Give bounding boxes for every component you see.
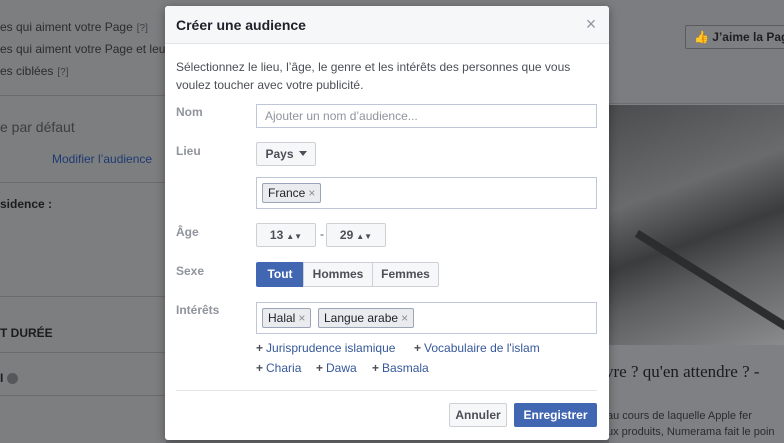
thumbs-up-icon: 👍 xyxy=(694,30,709,44)
bg-divider xyxy=(0,182,166,183)
plus-icon: + xyxy=(414,341,422,355)
remove-tag-icon[interactable]: × xyxy=(308,186,315,200)
save-button[interactable]: Enregistrer xyxy=(514,403,597,427)
bg-divider xyxy=(0,296,166,297)
plus-icon: + xyxy=(372,361,380,375)
age-max-select[interactable]: 29 ▲▼ xyxy=(326,223,386,247)
suggestion-dawa[interactable]: + Dawa xyxy=(316,361,357,375)
suggestion-jurisprudence-islamique[interactable]: + Jurisprudence islamique xyxy=(256,341,395,355)
gender-men-button[interactable]: Hommes xyxy=(303,262,373,287)
location-label: Lieu xyxy=(176,144,201,158)
dialog-header: Créer une audience × xyxy=(165,6,609,44)
location-tag-input[interactable]: France × xyxy=(256,177,597,209)
bg-divider xyxy=(0,352,166,353)
age-range-separator: - xyxy=(320,227,324,241)
age-label: Âge xyxy=(176,225,199,239)
plus-icon: + xyxy=(256,361,264,375)
interest-tag-halal: Halal × xyxy=(262,308,312,328)
interests-label: Intérêts xyxy=(176,303,220,317)
plus-icon: + xyxy=(316,361,324,375)
bg-article-body: ux produits, Numerama fait le poin xyxy=(607,426,775,438)
bg-default-audience: e par défaut xyxy=(0,119,75,135)
bg-duration: T DURÉE xyxy=(0,326,53,340)
bg-divider xyxy=(0,95,166,96)
bg-article-body: au cours de laquelle Apple fer xyxy=(607,410,752,422)
info-icon xyxy=(7,373,19,384)
bg-row-likes: es qui aiment votre Page [?] xyxy=(0,20,148,34)
bg-row-targeted: es ciblées [?] xyxy=(0,64,69,78)
bg-divider xyxy=(0,395,166,396)
location-type-dropdown[interactable]: Pays xyxy=(256,142,316,166)
bg-row-likes-friends: es qui aiment votre Page et leu xyxy=(0,42,166,56)
bg-info-row: I xyxy=(0,371,166,385)
remove-tag-icon[interactable]: × xyxy=(401,311,408,325)
background-right-panel: 👍 J’aime la Pag vre ? qu'en attendre ? -… xyxy=(605,0,784,443)
location-tag-france: France × xyxy=(262,183,322,203)
suggestion-charia[interactable]: + Charia xyxy=(256,361,301,375)
bg-article-headline: vre ? qu'en attendre ? - xyxy=(605,362,760,381)
interests-tag-input[interactable]: Halal × Langue arabe × xyxy=(256,302,597,334)
name-label: Nom xyxy=(176,105,203,119)
bg-like-page-button: 👍 J’aime la Pag xyxy=(685,25,784,49)
dialog-description: Sélectionnez le lieu, l’âge, le genre et… xyxy=(176,60,571,92)
gender-women-button[interactable]: Femmes xyxy=(372,262,439,287)
sort-arrows-icon: ▲▼ xyxy=(286,232,303,241)
bg-residence: sidence : xyxy=(0,197,53,211)
suggestion-vocabulaire-islam[interactable]: + Vocabulaire de l'islam xyxy=(414,341,540,355)
interest-tag-langue-arabe: Langue arabe × xyxy=(318,308,415,328)
close-icon[interactable]: × xyxy=(583,15,599,33)
bg-page-header: 👍 J’aime la Pag xyxy=(609,0,784,104)
age-min-select[interactable]: 13 ▲▼ xyxy=(256,223,316,247)
remove-tag-icon[interactable]: × xyxy=(298,311,305,325)
gender-label: Sexe xyxy=(176,264,205,278)
caret-down-icon xyxy=(298,151,307,156)
audience-name-input[interactable] xyxy=(256,104,597,128)
gender-all-button[interactable]: Tout xyxy=(256,262,304,287)
footer-divider xyxy=(176,390,597,391)
plus-icon: + xyxy=(256,341,264,355)
create-audience-dialog: Créer une audience × Sélectionnez le lie… xyxy=(165,6,609,440)
bg-article-photo xyxy=(609,105,784,345)
suggestion-basmala[interactable]: + Basmala xyxy=(372,361,429,375)
sort-arrows-icon: ▲▼ xyxy=(356,232,373,241)
dialog-title: Créer une audience xyxy=(176,17,306,33)
cancel-button[interactable]: Annuler xyxy=(449,403,507,427)
background-left-panel: es qui aiment votre Page [?] es qui aimen… xyxy=(0,0,166,443)
